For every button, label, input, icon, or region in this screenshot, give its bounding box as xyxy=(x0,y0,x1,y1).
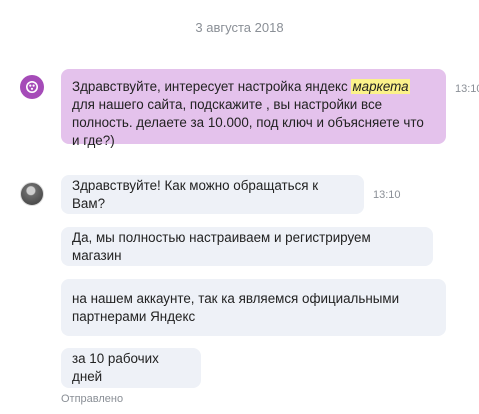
shop-bag-icon xyxy=(26,81,38,93)
message-text: Здравствуйте! Как можно обращаться к Вам… xyxy=(72,177,319,211)
outgoing-message-bubble[interactable]: на нашем аккаунте, так ка являемся офици… xyxy=(61,279,446,336)
message-text: на нашем аккаунте, так ка являемся офици… xyxy=(72,290,400,324)
outgoing-message-bubble[interactable]: за 10 рабочих дней xyxy=(61,348,201,388)
outgoing-message-bubble[interactable]: Да, мы полностью настраиваем и регистрир… xyxy=(61,227,433,266)
outgoing-message-bubble[interactable]: Здравствуйте! Как можно обращаться к Вам… xyxy=(61,175,364,214)
delivery-status: Отправлено xyxy=(61,393,124,405)
date-separator: 3 августа 2018 xyxy=(195,20,284,35)
shop-avatar-icon[interactable] xyxy=(20,75,44,99)
incoming-message-bubble[interactable]: Здравствуйте, интересует настройка яндек… xyxy=(61,69,446,148)
message-time: 13:10 xyxy=(373,189,401,201)
highlighted-word: маркета xyxy=(351,79,410,94)
message-time: 13:10 xyxy=(455,83,479,95)
message-text: за 10 рабочих дней xyxy=(72,351,159,384)
message-text: Да, мы полностью настраиваем и регистрир… xyxy=(72,229,371,263)
incoming-message-text: Здравствуйте, интересует настройка яндек… xyxy=(72,79,424,148)
user-avatar[interactable] xyxy=(20,182,44,206)
